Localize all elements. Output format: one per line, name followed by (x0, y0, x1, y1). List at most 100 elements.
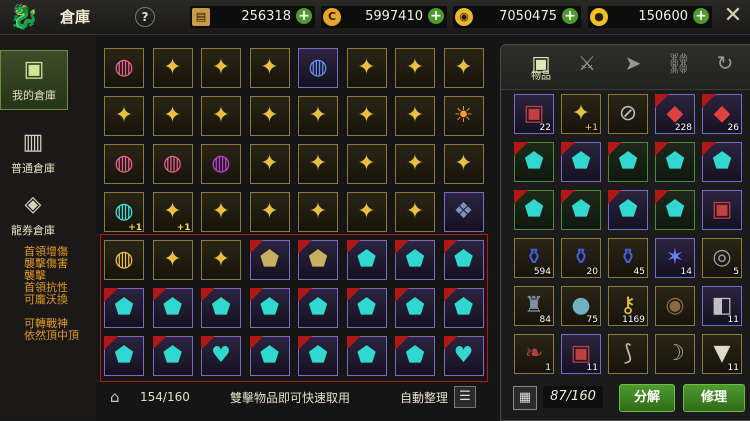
storage-slot[interactable]: ⬟ (443, 288, 484, 328)
storage-slot[interactable]: ✦ (443, 48, 484, 88)
storage-slot[interactable]: ◍ (201, 144, 241, 184)
storage-slot[interactable]: ✦ (201, 96, 241, 136)
storage-slot[interactable]: ⬟ (298, 336, 338, 376)
storage-slot[interactable]: ✦ (298, 192, 338, 232)
storage-slot[interactable]: ✦ (249, 144, 290, 184)
inventory-slot[interactable]: ✦ +1 (561, 94, 601, 134)
inventory-slot[interactable]: ⬟ (561, 142, 601, 182)
inventory-slot[interactable]: ◧ 11 (702, 286, 742, 326)
storage-slot[interactable]: ⬟ (104, 288, 144, 328)
inventory-slot[interactable]: ⚱ 20 (561, 238, 601, 278)
storage-slot[interactable]: ⬟ (395, 288, 435, 328)
storage-slot[interactable]: ◍ (104, 48, 144, 88)
storage-slot[interactable]: ♥ (201, 336, 241, 376)
storage-slot[interactable]: ⬟ (346, 288, 387, 328)
storage-slot[interactable]: ⬟ (443, 240, 484, 280)
add-yellow-coin-button[interactable]: + (693, 8, 709, 24)
storage-slot[interactable]: ✦ (104, 96, 144, 136)
storage-slot[interactable]: ✦ (395, 192, 435, 232)
storage-slot[interactable]: ⬟ (298, 288, 338, 328)
storage-slot[interactable]: ✦ (443, 144, 484, 184)
storage-slot[interactable]: ✦ (346, 48, 387, 88)
storage-slot[interactable]: ✦ (346, 144, 387, 184)
add-c-coin-button[interactable]: + (428, 8, 444, 24)
storage-slot[interactable]: ✦ (201, 240, 241, 280)
inventory-slot[interactable]: ♜ 84 (514, 286, 554, 326)
storage-slot[interactable]: ✦ (298, 144, 338, 184)
storage-slot[interactable]: ✦ (201, 192, 241, 232)
storage-slot[interactable]: ✦ +1 (152, 192, 193, 233)
storage-slot[interactable]: ✦ (152, 240, 193, 280)
storage-slot[interactable]: ⬟ (152, 288, 193, 328)
inventory-slot[interactable]: ⬟ (514, 190, 554, 230)
storage-slot[interactable]: ✦ (346, 96, 387, 136)
storage-slot[interactable]: ✦ (298, 96, 338, 136)
storage-slot[interactable]: ⬟ (152, 336, 193, 376)
storage-slot[interactable]: ✦ (152, 48, 193, 88)
inventory-slot[interactable]: ⚷ 1169 (608, 286, 648, 326)
inventory-slot[interactable]: ◆ 228 (655, 94, 695, 134)
storage-slot[interactable]: ⬟ (298, 240, 338, 280)
storage-slot[interactable]: ✦ (395, 48, 435, 88)
inventory-slot[interactable]: ⬟ (608, 142, 648, 182)
inventory-slot[interactable]: ⬟ (514, 142, 554, 182)
storage-slot[interactable]: ⬟ (346, 240, 387, 280)
storage-slot[interactable]: ✦ (201, 48, 241, 88)
tab-normal-storage[interactable]: ▥ 普通倉庫 (0, 124, 66, 182)
storage-slot[interactable]: ⬟ (201, 288, 241, 328)
inventory-slot[interactable]: ◉ (655, 286, 695, 326)
storage-slot[interactable]: ◍ (298, 48, 338, 88)
storage-slot[interactable]: ✦ (395, 96, 435, 136)
inventory-slot[interactable]: ☽ (655, 334, 695, 374)
inventory-slot[interactable]: ⬟ (561, 190, 601, 230)
inventory-slot[interactable]: ▣ (702, 190, 742, 230)
storage-slot[interactable]: ⬟ (249, 288, 290, 328)
split-button[interactable]: 分解 (619, 384, 675, 412)
storage-slot[interactable]: ✦ (395, 144, 435, 184)
storage-slot[interactable]: ⬟ (249, 240, 290, 280)
inventory-slot[interactable]: ⬟ (702, 142, 742, 182)
storage-slot[interactable]: ☀ (443, 96, 484, 136)
storage-slot[interactable]: ✦ (346, 192, 387, 232)
storage-slot[interactable]: ✦ (249, 96, 290, 136)
inventory-slot[interactable]: ▣ 22 (514, 94, 554, 134)
inventory-slot[interactable]: ● 75 (561, 286, 601, 326)
inventory-slot[interactable]: ⚱ 45 (608, 238, 648, 278)
add-scroll-button[interactable]: + (296, 8, 312, 24)
inventory-slot[interactable]: ▼ 11 (702, 334, 742, 374)
storage-slot[interactable]: ♥ (443, 336, 484, 376)
inventory-slot[interactable]: ⚱ 594 (514, 238, 554, 278)
repair-button[interactable]: 修理 (683, 384, 745, 412)
inventory-slot[interactable]: ❧ 1 (514, 334, 554, 374)
storage-slot[interactable]: ⬟ (346, 336, 387, 376)
storage-slot[interactable]: ⬟ (395, 240, 435, 280)
tab-my-storage[interactable]: ▣ 我的倉庫 (0, 50, 68, 110)
inventory-slot[interactable]: ◆ 26 (702, 94, 742, 134)
inventory-slot[interactable]: ⬟ (655, 142, 695, 182)
storage-slot[interactable]: ✦ (249, 48, 290, 88)
grid-view-button[interactable]: ▦ (513, 386, 537, 410)
inventory-slot[interactable]: ⟆ (608, 334, 648, 374)
help-button[interactable]: ? (135, 7, 155, 27)
inventory-slot[interactable]: ✶ 14 (655, 238, 695, 278)
inventory-slot[interactable]: ◎ 5 (702, 238, 742, 278)
storage-slot[interactable]: ✦ (249, 192, 290, 232)
close-button[interactable]: ✕ (721, 4, 745, 28)
storage-slot[interactable]: ◍ (152, 144, 193, 184)
tab-ticket-storage[interactable]: ◈ 龍券倉庫 (0, 186, 66, 244)
storage-slot[interactable]: ◍ (104, 240, 144, 280)
add-gold-button[interactable]: + (562, 8, 578, 24)
tab-arrows[interactable]: ➤ (615, 49, 651, 85)
tab-items[interactable]: ▣ 物品 (523, 49, 559, 85)
storage-slot[interactable]: ◍ (104, 144, 144, 184)
tab-weapons[interactable]: ⚔ (569, 49, 605, 85)
storage-slot[interactable]: ◍ +1 (104, 192, 144, 233)
tab-links[interactable]: ⛓ (661, 49, 697, 85)
storage-slot[interactable]: ⬟ (395, 336, 435, 376)
auto-sort-button[interactable]: ☰ (454, 386, 476, 408)
inventory-slot[interactable]: ⊘ (608, 94, 648, 134)
storage-slot[interactable]: ✦ (152, 96, 193, 136)
inventory-slot[interactable]: ⬟ (608, 190, 648, 230)
inventory-slot[interactable]: ⬟ (655, 190, 695, 230)
storage-slot[interactable]: ⬟ (249, 336, 290, 376)
